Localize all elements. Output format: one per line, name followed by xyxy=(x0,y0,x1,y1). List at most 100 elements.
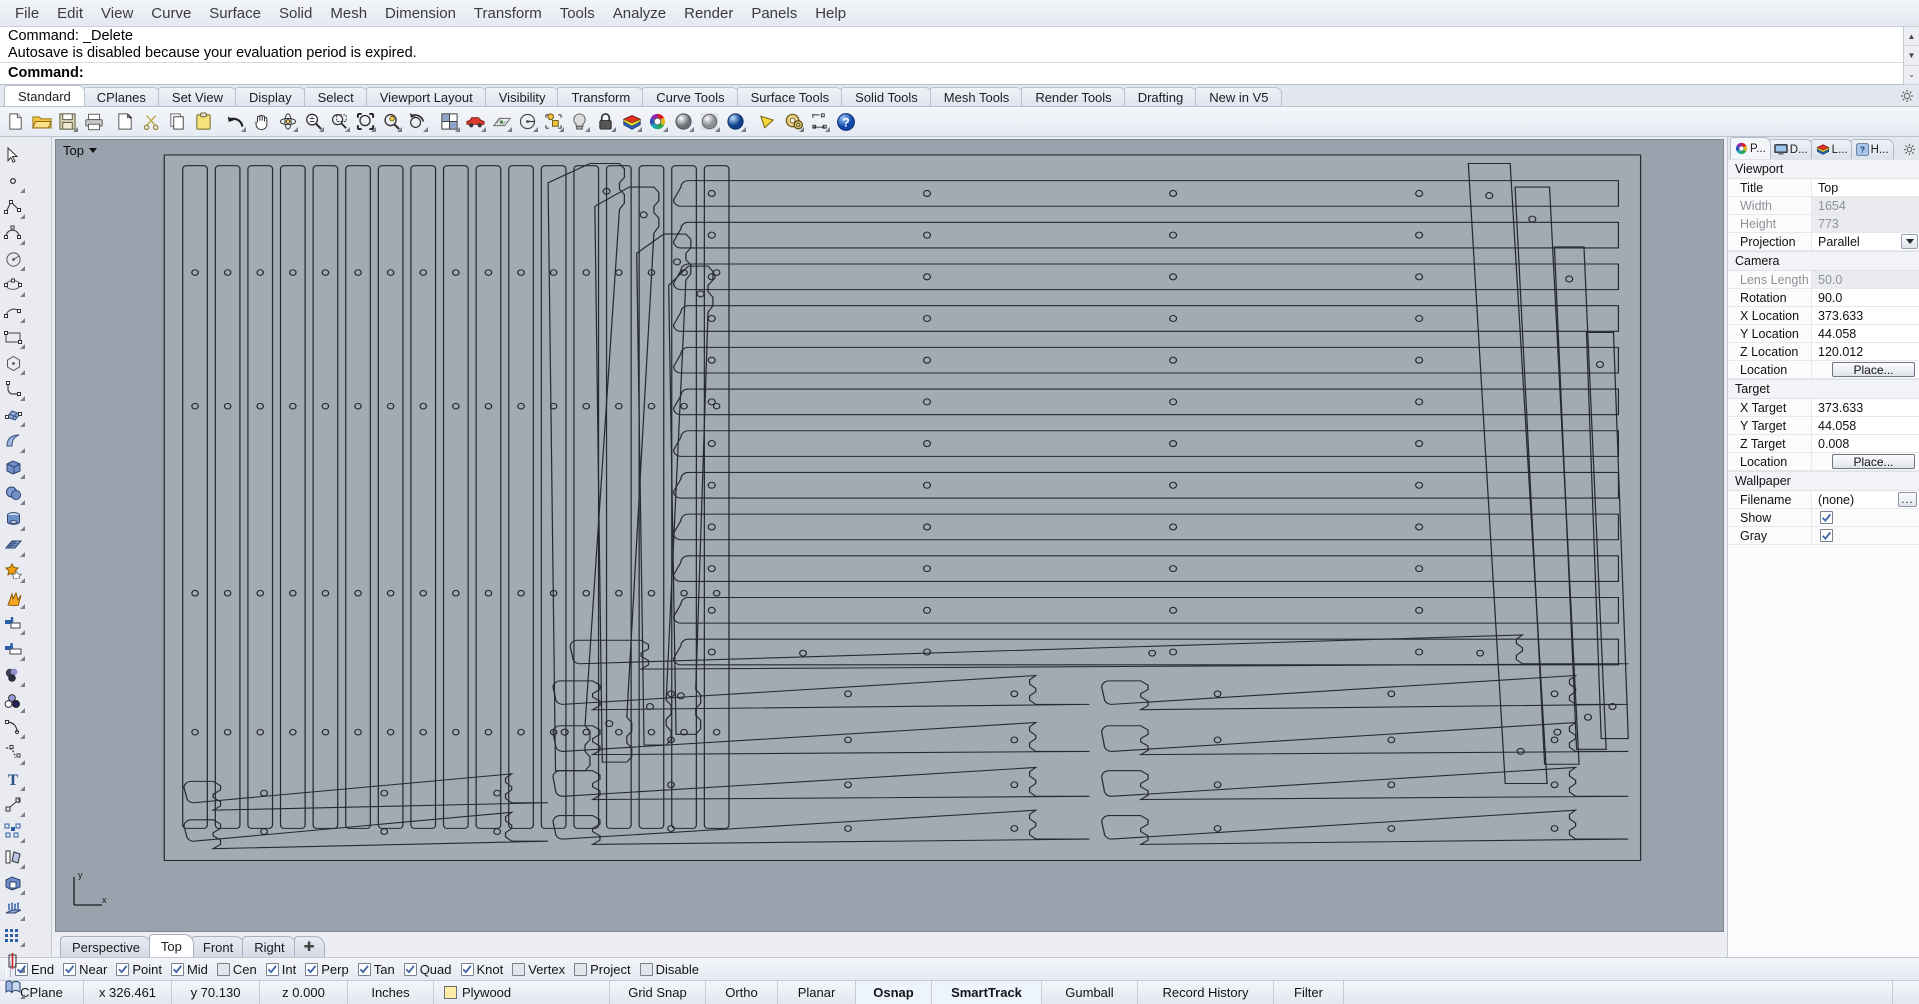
status-filter-button[interactable]: Filter xyxy=(1274,981,1344,1004)
tab-mesh-tools[interactable]: Mesh Tools xyxy=(929,87,1024,106)
lock-icon[interactable] xyxy=(593,109,618,134)
options-gear-icon[interactable] xyxy=(781,109,806,134)
tab-surface-tools[interactable]: Surface Tools xyxy=(736,87,844,106)
tab-select[interactable]: Select xyxy=(303,87,368,106)
menu-item-edit[interactable]: Edit xyxy=(48,3,92,24)
open-file-icon[interactable] xyxy=(29,109,54,134)
status-osnap-toggle[interactable]: Osnap xyxy=(856,981,932,1004)
tab-transform[interactable]: Transform xyxy=(557,87,645,106)
text-tool-icon[interactable]: T xyxy=(0,766,26,792)
curve-fillet-icon[interactable] xyxy=(0,376,26,402)
zoom-previous-icon[interactable] xyxy=(405,109,430,134)
help-icon[interactable]: ? xyxy=(833,109,858,134)
layer-color-swatch[interactable] xyxy=(444,986,457,999)
circle-angle-icon[interactable] xyxy=(515,109,540,134)
panel-tab-display[interactable]: D... xyxy=(1768,139,1813,159)
osnap-near[interactable]: Near xyxy=(63,962,107,977)
layers-icon[interactable] xyxy=(619,109,644,134)
osnap-disable[interactable]: Disable xyxy=(639,962,699,977)
wallpaper-browse-button[interactable]: ... xyxy=(1898,492,1917,507)
circle-icon[interactable] xyxy=(0,246,26,272)
property-value-y-location[interactable]: 44.058 xyxy=(1812,325,1919,342)
explode-icon[interactable] xyxy=(0,584,26,610)
osnap-quad[interactable]: Quad xyxy=(403,962,452,977)
control-point-curve-icon[interactable] xyxy=(0,220,26,246)
zoom-window-icon[interactable] xyxy=(327,109,352,134)
offset-curve-icon[interactable] xyxy=(0,714,26,740)
point-icon[interactable] xyxy=(0,168,26,194)
dimension-icon[interactable] xyxy=(807,109,832,134)
zoom-selected-icon[interactable] xyxy=(379,109,404,134)
camera-place-button[interactable]: Place... xyxy=(1832,362,1915,377)
viewport-tab-perspective[interactable]: Perspective xyxy=(60,936,152,957)
menu-item-mesh[interactable]: Mesh xyxy=(321,3,376,24)
property-value-x-location[interactable]: 373.633 xyxy=(1812,307,1919,324)
trim-icon[interactable] xyxy=(0,610,26,636)
ghosted-sphere-icon[interactable] xyxy=(697,109,722,134)
object-properties-icon[interactable] xyxy=(541,109,566,134)
panel-options-gear-icon[interactable] xyxy=(1903,143,1916,156)
join-icon[interactable] xyxy=(0,662,26,688)
named-view-car-icon[interactable] xyxy=(463,109,488,134)
tab-standard[interactable]: Standard xyxy=(4,85,85,106)
viewport-tab-right[interactable]: Right xyxy=(242,936,297,957)
viewport-tab-front[interactable]: Front xyxy=(190,936,246,957)
color-wheel-icon[interactable] xyxy=(645,109,670,134)
tab-render-tools[interactable]: Render Tools xyxy=(1021,87,1126,106)
surface-sweep-icon[interactable] xyxy=(0,428,26,454)
copy-icon[interactable] xyxy=(165,109,190,134)
grid-cplane-icon[interactable] xyxy=(489,109,514,134)
tab-new-in-v5[interactable]: New in V5 xyxy=(1195,87,1283,106)
osnap-mid[interactable]: Mid xyxy=(170,962,208,977)
property-value-z-location[interactable]: 120.012 xyxy=(1812,343,1919,360)
split-icon[interactable] xyxy=(0,636,26,662)
scale-icon[interactable] xyxy=(0,792,26,818)
command-scroll-up-arrow[interactable]: ▲ xyxy=(1904,27,1919,47)
surface-from-points-icon[interactable] xyxy=(0,402,26,428)
osnap-point-checkbox[interactable] xyxy=(116,962,130,976)
ellipse-icon[interactable] xyxy=(0,272,26,298)
command-expand-arrow[interactable]: ⌄ xyxy=(1904,65,1919,85)
projection-dropdown-button[interactable] xyxy=(1901,234,1918,249)
property-row-x-location[interactable]: X Location 373.633 xyxy=(1728,307,1919,325)
intersect-icon[interactable] xyxy=(0,688,26,714)
osnap-near-checkbox[interactable] xyxy=(63,962,77,976)
status-layer-button[interactable]: Plywood xyxy=(434,981,610,1004)
menu-item-file[interactable]: File xyxy=(6,3,48,24)
property-row-projection[interactable]: Projection Parallel xyxy=(1728,233,1919,251)
property-value-rotation[interactable]: 90.0 xyxy=(1812,289,1919,306)
paste-icon[interactable] xyxy=(191,109,216,134)
command-history[interactable]: Command: _Delete Autosave is disabled be… xyxy=(0,27,1919,63)
tab-cplanes[interactable]: CPlanes xyxy=(82,87,160,106)
mesh-plane-icon[interactable] xyxy=(0,532,26,558)
menu-item-render[interactable]: Render xyxy=(675,3,742,24)
osnap-vertex[interactable]: Vertex xyxy=(512,962,565,977)
panel-tab-layers[interactable]: L... xyxy=(1810,139,1853,159)
status-gumball-toggle[interactable]: Gumball xyxy=(1042,981,1138,1004)
property-row-z-target[interactable]: Z Target 0.008 xyxy=(1728,435,1919,453)
select-arrow-icon[interactable] xyxy=(0,142,26,168)
viewport-canvas[interactable]: Top y x xyxy=(55,139,1724,932)
viewport-tab-add-button[interactable]: ✚ xyxy=(293,936,325,957)
panel-tab-properties[interactable]: P... xyxy=(1730,137,1771,159)
tab-curve-tools[interactable]: Curve Tools xyxy=(642,87,739,106)
osnap-perp-checkbox[interactable] xyxy=(305,962,319,976)
status-record-history-toggle[interactable]: Record History xyxy=(1138,981,1274,1004)
rectangle-icon[interactable] xyxy=(0,324,26,350)
menu-item-view[interactable]: View xyxy=(92,3,142,24)
tab-set-view[interactable]: Set View xyxy=(157,87,237,106)
four-viewport-icon[interactable] xyxy=(437,109,462,134)
blend-curve-icon[interactable] xyxy=(0,740,26,766)
rendered-sphere-icon[interactable] xyxy=(723,109,748,134)
extrude-icon[interactable] xyxy=(0,870,26,896)
tab-visibility[interactable]: Visibility xyxy=(484,87,560,106)
property-row-y-location[interactable]: Y Location 44.058 xyxy=(1728,325,1919,343)
print-icon[interactable] xyxy=(81,109,106,134)
status-smarttrack-toggle[interactable]: SmartTrack xyxy=(932,981,1042,1004)
box-solid-icon[interactable] xyxy=(0,454,26,480)
property-row-gray[interactable]: Gray xyxy=(1728,527,1919,545)
sphere-solid-icon[interactable] xyxy=(0,480,26,506)
pan-hand-icon[interactable] xyxy=(249,109,274,134)
menu-item-transform[interactable]: Transform xyxy=(465,3,551,24)
target-place-button[interactable]: Place... xyxy=(1832,454,1915,469)
